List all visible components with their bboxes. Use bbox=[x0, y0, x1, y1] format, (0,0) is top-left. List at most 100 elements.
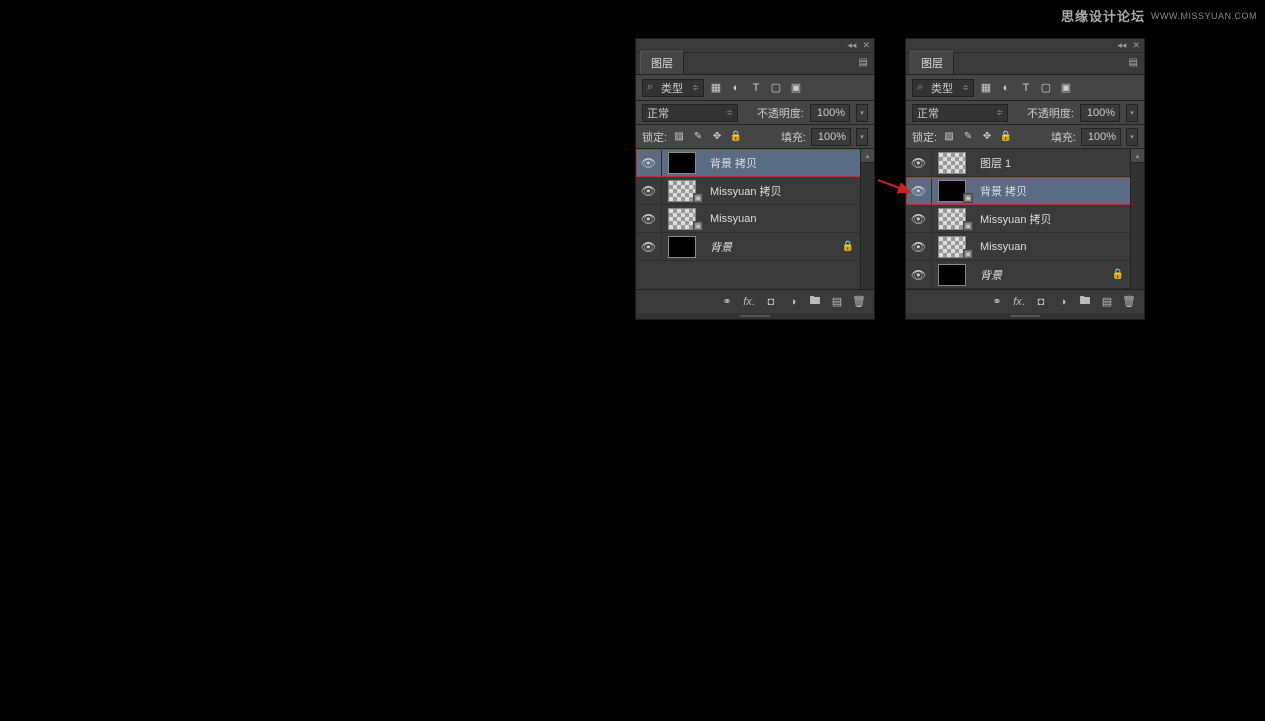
visibility-toggle[interactable]: 👁 bbox=[906, 177, 932, 204]
group-icon[interactable]: 🖿 bbox=[1078, 292, 1092, 311]
tab-layers[interactable]: 图层 bbox=[910, 51, 954, 74]
layer-name[interactable]: 背景 bbox=[980, 267, 1002, 283]
panel-menu-icon[interactable]: ▤ bbox=[1129, 57, 1138, 68]
opacity-input[interactable]: 100% bbox=[1080, 104, 1120, 122]
new-layer-icon[interactable]: ▤ bbox=[1100, 295, 1114, 308]
layer-row[interactable]: 👁 背景 拷贝 bbox=[636, 149, 874, 177]
layer-thumbnail[interactable]: ▣ bbox=[938, 180, 966, 202]
filter-label: 类型 bbox=[931, 80, 953, 96]
opacity-input[interactable]: 100% bbox=[810, 104, 850, 122]
new-layer-icon[interactable]: ▤ bbox=[830, 295, 844, 308]
layer-name[interactable]: Missyuan bbox=[980, 241, 1026, 253]
layer-style-icon[interactable]: fx. bbox=[1012, 296, 1026, 308]
layer-name[interactable]: Missyuan bbox=[710, 213, 756, 225]
collapse-icon[interactable]: ◂◂ bbox=[847, 41, 856, 50]
layer-row[interactable]: 👁 ▣ Missyuan 拷贝 bbox=[906, 205, 1144, 233]
visibility-toggle[interactable]: 👁 bbox=[636, 233, 662, 260]
layer-name[interactable]: Missyuan 拷贝 bbox=[710, 183, 782, 199]
lock-position-icon[interactable]: ✥ bbox=[710, 130, 724, 144]
resize-handle[interactable] bbox=[906, 313, 1144, 319]
filter-type-select[interactable]: 类型 ≑ bbox=[642, 79, 704, 97]
layer-row[interactable]: 👁 ▣ Missyuan bbox=[636, 205, 874, 233]
opacity-slider-button[interactable]: ▾ bbox=[856, 104, 868, 122]
opacity-slider-button[interactable]: ▾ bbox=[1126, 104, 1138, 122]
layer-thumbnail[interactable]: ▣ bbox=[938, 208, 966, 230]
link-layers-icon[interactable]: ⚭ bbox=[720, 295, 734, 308]
group-icon[interactable]: 🖿 bbox=[808, 292, 822, 311]
layer-mask-icon[interactable]: ◘ bbox=[1034, 296, 1048, 308]
filter-adjustment-icon[interactable]: ◐ bbox=[998, 80, 1014, 96]
filter-type-icon[interactable]: T bbox=[1018, 80, 1034, 96]
layer-thumbnail[interactable] bbox=[938, 152, 966, 174]
fill-slider-button[interactable]: ▾ bbox=[856, 128, 868, 146]
fill-slider-button[interactable]: ▾ bbox=[1126, 128, 1138, 146]
panel-menu-icon[interactable]: ▤ bbox=[859, 57, 868, 68]
eye-icon: 👁 bbox=[641, 240, 656, 254]
lock-transparent-icon[interactable]: ▨ bbox=[672, 130, 686, 144]
visibility-toggle[interactable]: 👁 bbox=[906, 261, 932, 288]
lock-all-icon[interactable]: 🔒 bbox=[729, 130, 743, 144]
blend-mode-select[interactable]: 正常 ≑ bbox=[912, 104, 1008, 122]
adjustment-layer-icon[interactable]: ◑ bbox=[786, 296, 800, 308]
layer-thumbnail[interactable] bbox=[668, 152, 696, 174]
visibility-toggle[interactable]: 👁 bbox=[636, 149, 662, 176]
filter-smart-icon[interactable]: ▣ bbox=[1058, 80, 1074, 96]
eye-icon: 👁 bbox=[641, 156, 656, 170]
fill-input[interactable]: 100% bbox=[811, 128, 851, 146]
layer-name[interactable]: Missyuan 拷贝 bbox=[980, 211, 1052, 227]
layer-thumbnail[interactable] bbox=[668, 236, 696, 258]
layer-row[interactable]: 👁 ▣ 背景 拷贝 bbox=[906, 177, 1144, 205]
filter-shape-icon[interactable]: ▢ bbox=[1038, 80, 1054, 96]
layer-thumbnail[interactable]: ▣ bbox=[938, 236, 966, 258]
layer-row[interactable]: 👁背景🔒 bbox=[906, 261, 1144, 289]
visibility-toggle[interactable]: 👁 bbox=[906, 233, 932, 260]
layer-thumbnail[interactable]: ▣ bbox=[668, 208, 696, 230]
scroll-up-icon[interactable]: ▴ bbox=[1131, 149, 1144, 163]
layer-style-icon[interactable]: fx. bbox=[742, 296, 756, 308]
fill-input[interactable]: 100% bbox=[1081, 128, 1121, 146]
lock-image-icon[interactable]: ✎ bbox=[691, 130, 705, 144]
layer-row[interactable]: 👁 ▣ Missyuan bbox=[906, 233, 1144, 261]
visibility-toggle[interactable]: 👁 bbox=[906, 149, 932, 176]
tab-layers[interactable]: 图层 bbox=[640, 51, 684, 74]
layer-mask-icon[interactable]: ◘ bbox=[764, 296, 778, 308]
layer-row[interactable]: 👁 图层 1 bbox=[906, 149, 1144, 177]
close-icon[interactable]: ✕ bbox=[1132, 41, 1140, 50]
resize-handle[interactable] bbox=[636, 313, 874, 319]
layer-thumbnail[interactable]: ▣ bbox=[668, 180, 696, 202]
blend-mode-select[interactable]: 正常 ≑ bbox=[642, 104, 738, 122]
visibility-toggle[interactable]: 👁 bbox=[636, 205, 662, 232]
layer-name[interactable]: 背景 拷贝 bbox=[980, 183, 1027, 199]
layer-thumbnail[interactable] bbox=[938, 264, 966, 286]
filter-type-icon[interactable]: T bbox=[748, 80, 764, 96]
lock-transparent-icon[interactable]: ▨ bbox=[942, 130, 956, 144]
filter-smart-icon[interactable]: ▣ bbox=[788, 80, 804, 96]
filter-adjustment-icon[interactable]: ◐ bbox=[728, 80, 744, 96]
layer-name[interactable]: 背景 bbox=[710, 239, 732, 255]
filter-toolbar: 类型 ≑ ▦ ◐ T ▢ ▣ bbox=[636, 75, 874, 101]
scrollbar[interactable]: ▴ bbox=[1130, 149, 1144, 289]
fill-label: 填充: bbox=[1051, 129, 1076, 145]
scrollbar[interactable]: ▴ bbox=[860, 149, 874, 289]
collapse-icon[interactable]: ◂◂ bbox=[1117, 41, 1126, 50]
layer-name[interactable]: 图层 1 bbox=[980, 155, 1011, 171]
filter-pixel-icon[interactable]: ▦ bbox=[708, 80, 724, 96]
link-layers-icon[interactable]: ⚭ bbox=[990, 295, 1004, 308]
delete-layer-icon[interactable]: 🗑 bbox=[1122, 295, 1136, 308]
filter-shape-icon[interactable]: ▢ bbox=[768, 80, 784, 96]
visibility-toggle[interactable]: 👁 bbox=[906, 205, 932, 232]
blend-mode-value: 正常 bbox=[647, 105, 669, 121]
scroll-up-icon[interactable]: ▴ bbox=[861, 149, 874, 163]
lock-position-icon[interactable]: ✥ bbox=[980, 130, 994, 144]
delete-layer-icon[interactable]: 🗑 bbox=[852, 295, 866, 308]
layer-row[interactable]: 👁背景🔒 bbox=[636, 233, 874, 261]
layer-row[interactable]: 👁 ▣ Missyuan 拷贝 bbox=[636, 177, 874, 205]
adjustment-layer-icon[interactable]: ◑ bbox=[1056, 296, 1070, 308]
filter-pixel-icon[interactable]: ▦ bbox=[978, 80, 994, 96]
lock-image-icon[interactable]: ✎ bbox=[961, 130, 975, 144]
visibility-toggle[interactable]: 👁 bbox=[636, 177, 662, 204]
lock-all-icon[interactable]: 🔒 bbox=[999, 130, 1013, 144]
filter-type-select[interactable]: 类型 ≑ bbox=[912, 79, 974, 97]
close-icon[interactable]: ✕ bbox=[862, 41, 870, 50]
layer-name[interactable]: 背景 拷贝 bbox=[710, 155, 757, 171]
